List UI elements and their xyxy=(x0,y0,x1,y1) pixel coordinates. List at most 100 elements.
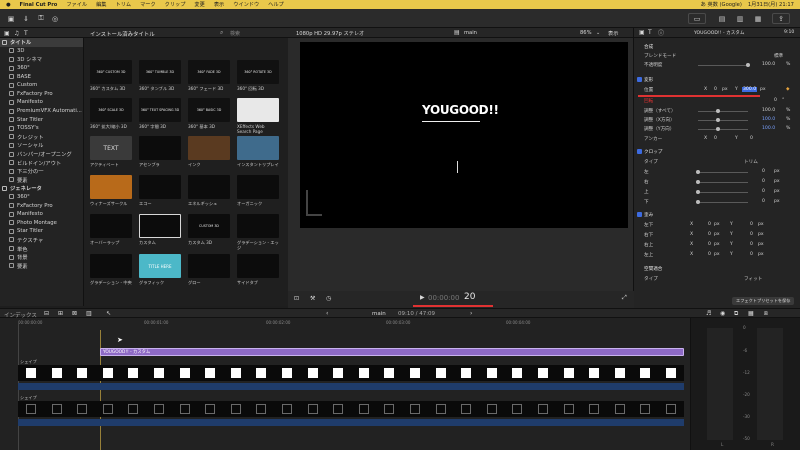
anchor-x-value[interactable]: 0 xyxy=(714,136,717,141)
position-y-value[interactable]: 300.0 xyxy=(742,87,758,92)
menu-trim[interactable]: トリム xyxy=(116,1,132,8)
distort-x-value[interactable]: 0 xyxy=(708,232,711,237)
crop-side-value[interactable]: 0 xyxy=(762,179,765,184)
title-tile[interactable]: 360° SCALE 3D 360° 拡大/縮小 3D xyxy=(90,98,132,135)
sidebar-item[interactable]: 背景 xyxy=(0,253,83,262)
clip-appearance-icon[interactable]: ⊟ xyxy=(44,310,49,317)
sidebar-item[interactable]: 360° xyxy=(0,193,83,202)
timeline[interactable]: 00:00:00:00 00:00:01:00 00:00:02:00 00:00:0… xyxy=(0,318,690,450)
sidebar-item[interactable]: 360° xyxy=(0,64,83,73)
menu-clip[interactable]: クリップ xyxy=(165,1,186,8)
conform-type-value[interactable]: フィット xyxy=(744,276,762,282)
sidebar-item[interactable]: Star Titler xyxy=(0,227,83,236)
title-tile[interactable]: オーガニック xyxy=(237,175,279,212)
sidebar-item[interactable]: TOSSY's xyxy=(0,124,83,133)
title-tile[interactable]: 360° BASIC 3D 360° 基本 3D xyxy=(188,98,230,135)
sidebar-category[interactable]: タイトル xyxy=(0,38,83,47)
sidebar-item[interactable]: クレジット xyxy=(0,133,83,142)
timeline-ruler[interactable]: 00:00:00:00 00:00:01:00 00:00:02:00 00:00:0… xyxy=(18,318,690,326)
position-x-value[interactable]: 0 xyxy=(714,87,717,92)
history-forward-icon[interactable]: › xyxy=(470,310,472,317)
canvas-title-text[interactable]: YOUGOOD!! xyxy=(422,103,499,117)
transitions-browser-icon[interactable]: ⧈ xyxy=(764,310,768,318)
video-inspector-icon[interactable]: ▣ xyxy=(639,29,645,36)
distort-y-value[interactable]: 0 xyxy=(750,222,753,227)
timeline-toggle-icon[interactable]: ▥ xyxy=(734,13,746,24)
slider-knob[interactable] xyxy=(696,170,700,174)
crop-checkbox[interactable] xyxy=(637,149,642,154)
value-slider[interactable] xyxy=(696,180,748,184)
slider-knob[interactable] xyxy=(696,190,700,194)
title-tile[interactable]: CUSTOM 3D カスタム 3D xyxy=(188,214,230,251)
enhance-tool-icon[interactable]: ⚒ xyxy=(310,295,315,302)
append-clip-icon[interactable]: ⊠ xyxy=(72,310,77,317)
scale-all-value[interactable]: 100.0 xyxy=(762,108,775,113)
distort-y-value[interactable]: 0 xyxy=(750,242,753,247)
title-tile[interactable]: インスタントリプレイ xyxy=(237,136,279,173)
menubar-clock[interactable]: 1月31日(月) 21:17 xyxy=(748,1,794,8)
slider-knob[interactable] xyxy=(696,200,700,204)
shape-clip-1[interactable] xyxy=(18,365,684,381)
blend-mode-value[interactable]: 標準 xyxy=(774,53,783,59)
value-slider[interactable] xyxy=(698,118,748,122)
value-slider[interactable] xyxy=(696,200,748,204)
distort-x-value[interactable]: 0 xyxy=(708,252,711,257)
audio-waveform-2[interactable] xyxy=(18,419,684,426)
input-method-indicator[interactable]: あ 英数 (Google) xyxy=(701,1,742,8)
sidebar-item[interactable]: Star Titler xyxy=(0,115,83,124)
effects-browser-icon[interactable]: ▦ xyxy=(748,310,754,317)
timeline-project[interactable]: main xyxy=(372,311,386,317)
sidebar-item[interactable]: 要素 xyxy=(0,176,83,185)
info-inspector-icon[interactable]: ⓘ xyxy=(658,28,664,37)
audio-waveform-1[interactable] xyxy=(18,383,684,390)
sidebar-item[interactable]: Manifesto xyxy=(0,98,83,107)
slider-knob[interactable] xyxy=(716,118,720,122)
viewer-canvas[interactable]: YOUGOOD!! xyxy=(300,42,628,228)
menu-edit[interactable]: 編集 xyxy=(96,1,106,8)
sidebar-category[interactable]: ジェネレータ xyxy=(0,184,83,193)
sidebar-item[interactable]: Manifesto xyxy=(0,210,83,219)
crop-type-value[interactable]: トリム xyxy=(744,159,758,165)
opacity-value[interactable]: 100.0 xyxy=(762,62,775,67)
title-tile[interactable]: 360° TUMBLE 3D 360° タンブル 3D xyxy=(139,60,181,97)
distort-x-value[interactable]: 0 xyxy=(708,222,711,227)
transform-tool-icon[interactable]: ⊡ xyxy=(294,295,299,302)
overwrite-clip-icon[interactable]: ▥ xyxy=(86,310,92,317)
slider-knob[interactable] xyxy=(746,63,750,67)
value-slider[interactable] xyxy=(698,127,748,131)
inspector-toggle-icon[interactable]: ▦ xyxy=(752,13,764,24)
slider-knob[interactable] xyxy=(716,109,720,113)
play-icon[interactable]: ▶ xyxy=(420,294,425,301)
viewer-zoom[interactable]: 86% xyxy=(580,30,592,36)
title-tile[interactable]: 360° TEXT SPACING 3D 360° 字間 3D xyxy=(139,98,181,135)
sidebar-item[interactable]: FxFactory Pro xyxy=(0,201,83,210)
menu-app[interactable]: Final Cut Pro xyxy=(20,2,58,8)
background-tasks-icon[interactable]: ◎ xyxy=(50,13,60,24)
sidebar-item[interactable]: 要素 xyxy=(0,261,83,270)
sidebar-item[interactable]: Custom xyxy=(0,81,83,90)
title-tile[interactable]: インク xyxy=(188,136,230,173)
apple-icon[interactable]: ● xyxy=(6,2,11,8)
title-tile[interactable]: エコー xyxy=(139,175,181,212)
text-inspector-icon[interactable]: T xyxy=(648,29,652,36)
distort-y-value[interactable]: 0 xyxy=(750,252,753,257)
distort-checkbox[interactable] xyxy=(637,212,642,217)
fullscreen-icon[interactable]: ⤢ xyxy=(622,294,627,302)
scale-y-value[interactable]: 100.0 xyxy=(762,126,775,131)
value-slider[interactable] xyxy=(696,170,748,174)
title-tile[interactable]: グロー xyxy=(188,254,230,291)
history-back-icon[interactable]: ‹ xyxy=(326,310,328,317)
photos-icon[interactable]: ▣ xyxy=(4,30,10,37)
title-tile[interactable]: カスタム xyxy=(139,214,181,251)
sidebar-item[interactable]: FxFactory Pro xyxy=(0,90,83,99)
title-tile[interactable]: TEXT アクティベート xyxy=(90,136,132,173)
crop-side-value[interactable]: 0 xyxy=(762,199,765,204)
scale-x-value[interactable]: 100.0 xyxy=(762,117,775,122)
title-tile[interactable]: 360° CUSTOM 3D 360° カスタム 3D xyxy=(90,60,132,97)
search-placeholder[interactable]: 検索 xyxy=(230,30,240,37)
sidebar-item[interactable]: ソーシャル xyxy=(0,141,83,150)
insert-clip-icon[interactable]: ⊞ xyxy=(58,310,63,317)
crop-side-value[interactable]: 0 xyxy=(762,169,765,174)
browser-toggle-icon[interactable]: ▤ xyxy=(716,13,728,24)
title-tile[interactable]: ウィナーズサークル xyxy=(90,175,132,212)
